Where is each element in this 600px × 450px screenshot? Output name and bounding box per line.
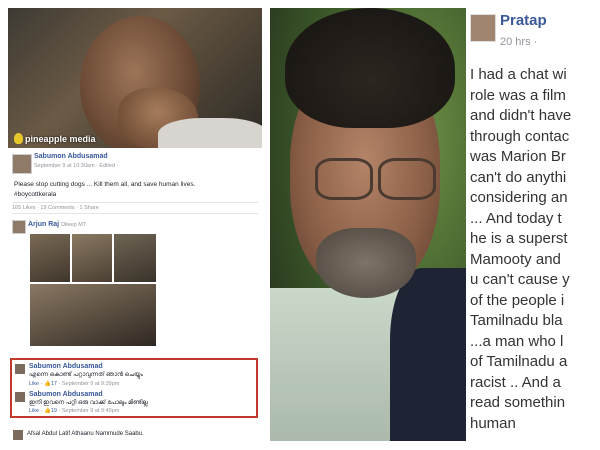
post-text-line: considering an — [470, 189, 568, 206]
thumbs-up-icon: 👍 — [43, 381, 51, 387]
post-text-line: of Tamilnadu a — [470, 353, 568, 370]
comment-actions: Like · 👍17 · September 9 at 9:39pm — [29, 381, 120, 387]
post-text-line: he is a superst — [470, 230, 568, 247]
post-meta: September 9 at 10:30am · Edited · — [34, 163, 119, 169]
beard — [316, 228, 416, 298]
comment-author[interactable]: Sabumon Abdusamad — [29, 391, 103, 398]
post-hashtag[interactable]: #boycottkerala — [14, 191, 56, 198]
avatar[interactable] — [15, 364, 25, 374]
post-author[interactable]: Pratap — [500, 12, 547, 29]
post-text-line: was Marion Br — [470, 148, 566, 165]
post-text: Please stop cutting dogs ... Kill them a… — [14, 181, 196, 188]
glasses-icon — [378, 158, 436, 200]
post-text-line: Tamilnadu bla — [470, 312, 563, 329]
post-text-line: racist .. And a — [470, 373, 561, 391]
like-count: 19 — [50, 408, 57, 414]
comment-text: ഇനി ഇവനെ പറ്റി ഒരു വാക്ക് പോലും മിണ്ടില്… — [29, 400, 148, 406]
facebook-post: Sabumon Abdusamad September 9 at 10:30am… — [8, 150, 262, 450]
glasses-icon — [315, 158, 373, 200]
comment-time: September 9 at 9:39pm — [61, 381, 120, 387]
post-text-line: Mamooty and — [470, 250, 561, 268]
share-suffix: Dileep MT — [61, 222, 87, 228]
photo-thumbnail[interactable] — [114, 234, 156, 282]
post-stats[interactable]: 165 Likes · 19 Comments · 1 Share — [12, 202, 258, 214]
brand-watermark: pineapple media — [14, 133, 96, 144]
post-author[interactable]: Sabumon Abdusamad — [34, 153, 108, 160]
avatar[interactable] — [470, 14, 496, 42]
post-text-line: human — [470, 414, 516, 432]
jacket — [390, 268, 466, 441]
comments-highlight: Sabumon Abdusamad എന്നെ കൊണ്ട് പറ്റാവുന്… — [10, 358, 258, 418]
post-text-line: I had a chat wi — [470, 66, 567, 83]
post-text-line: read somethin — [470, 394, 566, 411]
post-text-line: and didn't have — [470, 107, 572, 124]
post-text-line: u can't cause y — [470, 271, 570, 288]
pineapple-icon — [14, 133, 23, 144]
post-text-line: role was a film — [470, 86, 566, 104]
post-text-line: can't do anythi — [470, 168, 567, 186]
post-photo: pineapple media — [8, 8, 262, 148]
comment-text: എന്നെ കൊണ്ട് പറ്റാവുന്നത് ഞാൻ ചെയ്യും — [29, 372, 143, 378]
share-header: Arjun Raj Dileep MT — [28, 221, 86, 228]
comment-author[interactable]: Sabumon Abdusamad — [29, 363, 103, 370]
right-post-panel: Pratap 20 hrs · I had a chat wi role was … — [468, 8, 600, 441]
post-text-line: of the people i — [470, 291, 565, 309]
avatar[interactable] — [12, 220, 26, 234]
like-button[interactable]: Like — [29, 381, 39, 387]
shirt — [158, 118, 262, 148]
post-time: 20 hrs · — [500, 36, 538, 48]
post-text-line: ... And today t — [470, 209, 562, 227]
avatar[interactable] — [15, 392, 25, 402]
photo-large[interactable] — [30, 284, 156, 346]
post-text-line: ...a man who l — [470, 332, 564, 350]
like-button[interactable]: Like — [29, 408, 39, 414]
post-text-line: through contac — [470, 127, 570, 145]
photo-thumbnail[interactable] — [30, 234, 70, 282]
left-panel: pineapple media Sabumon Abdusamad Septem… — [0, 0, 265, 450]
comment-time: September 9 at 9:40pm — [61, 408, 120, 414]
thumbs-up-icon: 👍 — [43, 408, 51, 414]
comment-actions: Like · 👍19 · September 9 at 9:40pm — [29, 408, 120, 414]
like-count: 17 — [50, 381, 57, 387]
share-author[interactable]: Arjun Raj — [28, 221, 59, 228]
hair — [285, 8, 455, 128]
portrait-photo — [270, 8, 466, 441]
photo-thumbnail[interactable] — [72, 234, 112, 282]
last-comment: Afsal Abdul Latif Athaanu Nammude Saabu. — [27, 431, 144, 437]
avatar[interactable] — [12, 154, 32, 174]
avatar[interactable] — [13, 430, 23, 440]
